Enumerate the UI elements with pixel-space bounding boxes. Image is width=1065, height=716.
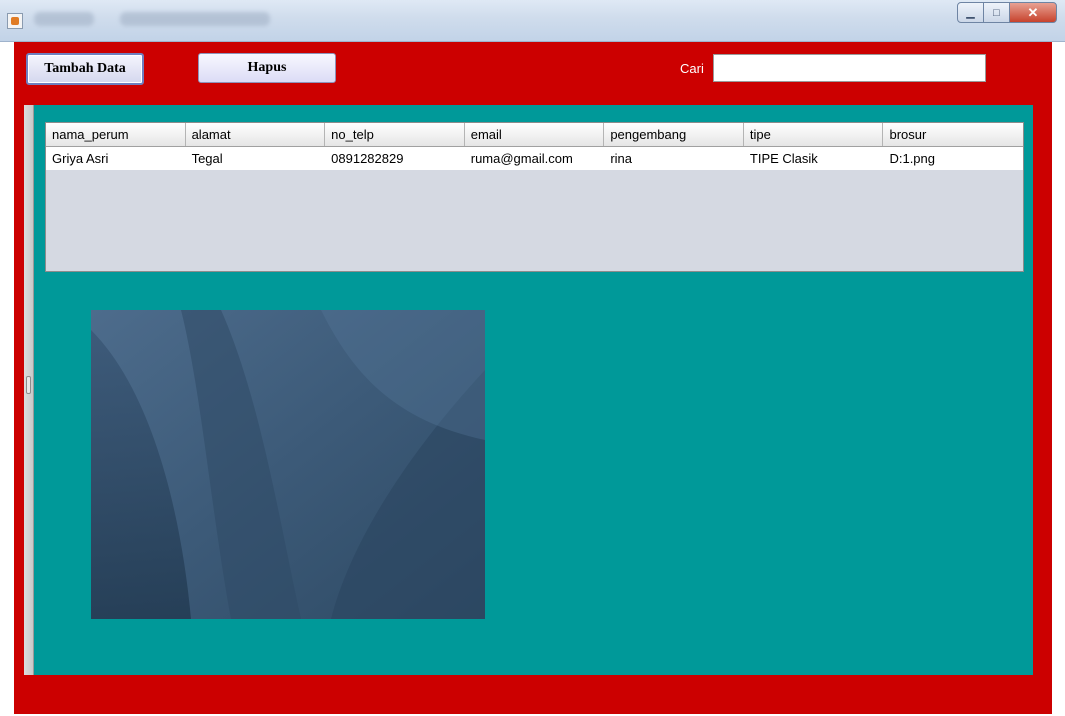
- brosur-image-preview: [91, 310, 485, 619]
- data-table[interactable]: nama_perum alamat no_telp email pengemba…: [45, 122, 1024, 272]
- close-button[interactable]: ✕: [1009, 2, 1057, 23]
- content-panel: nama_perum alamat no_telp email pengemba…: [24, 105, 1033, 675]
- column-header-brosur[interactable]: brosur: [883, 123, 1023, 146]
- hapus-button[interactable]: Hapus: [198, 53, 336, 83]
- table-cell[interactable]: Tegal: [186, 147, 326, 170]
- java-icon[interactable]: [7, 13, 23, 29]
- table-cell[interactable]: 0891282829: [325, 147, 465, 170]
- main-frame: Tambah Data Hapus Cari nama_perum alamat…: [14, 42, 1052, 714]
- column-header-email[interactable]: email: [465, 123, 605, 146]
- table-cell[interactable]: D:1.png: [883, 147, 1023, 170]
- search-input[interactable]: [713, 54, 986, 82]
- minimize-button[interactable]: ▁: [957, 2, 984, 23]
- window-titlebar[interactable]: ▁ □ ✕: [0, 0, 1065, 42]
- column-header-pengembang[interactable]: pengembang: [604, 123, 744, 146]
- window-title-blurred: [34, 12, 94, 26]
- column-header-no-telp[interactable]: no_telp: [325, 123, 465, 146]
- minimize-icon: ▁: [966, 7, 975, 19]
- maximize-icon: □: [993, 6, 1000, 19]
- table-cell[interactable]: Griya Asri: [46, 147, 186, 170]
- search-label: Cari: [680, 61, 704, 76]
- window-title-blurred: [120, 12, 270, 26]
- column-header-tipe[interactable]: tipe: [744, 123, 884, 146]
- split-pane-divider[interactable]: [24, 105, 34, 675]
- close-icon: ✕: [1027, 4, 1039, 20]
- table-header: nama_perum alamat no_telp email pengemba…: [46, 123, 1023, 147]
- table-cell[interactable]: TIPE Clasik: [744, 147, 884, 170]
- table-cell[interactable]: ruma@gmail.com: [465, 147, 605, 170]
- column-header-alamat[interactable]: alamat: [186, 123, 326, 146]
- column-header-nama-perum[interactable]: nama_perum: [46, 123, 186, 146]
- tambah-data-button[interactable]: Tambah Data: [26, 53, 144, 85]
- divider-grip[interactable]: [26, 376, 31, 394]
- maximize-button[interactable]: □: [983, 2, 1010, 23]
- table-row[interactable]: Griya Asri Tegal 0891282829 ruma@gmail.c…: [46, 147, 1023, 170]
- table-cell[interactable]: rina: [604, 147, 744, 170]
